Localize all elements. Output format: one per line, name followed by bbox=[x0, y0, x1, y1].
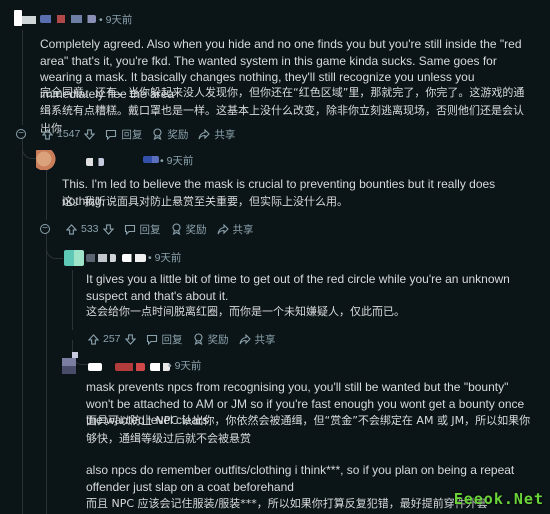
comment-time: • 9天前 bbox=[99, 14, 133, 26]
award-icon bbox=[171, 223, 181, 235]
award-label: 奖励 bbox=[207, 333, 229, 346]
award-label: 奖励 bbox=[185, 223, 207, 236]
thread-line-2b bbox=[46, 236, 47, 514]
avatar[interactable] bbox=[64, 250, 84, 266]
share-button[interactable]: 共享 bbox=[198, 127, 235, 142]
reply-icon bbox=[124, 224, 135, 235]
username-redacted-3 bbox=[150, 363, 170, 371]
collapse-icon[interactable]: − bbox=[16, 129, 26, 139]
comment-actions: − 533 回复 奖励 共享 bbox=[40, 221, 254, 237]
comment-time: • 9天前 bbox=[148, 252, 182, 264]
username-redacted-2 bbox=[143, 156, 159, 163]
username-redacted-2 bbox=[115, 363, 145, 371]
downvote-icon[interactable] bbox=[102, 223, 114, 235]
username-redacted[interactable] bbox=[40, 15, 96, 23]
reply-label: 回复 bbox=[139, 223, 161, 236]
vote-count: 257 bbox=[103, 333, 121, 345]
vote-count: 533 bbox=[81, 223, 99, 235]
avatar[interactable] bbox=[36, 150, 56, 170]
upvote-button[interactable]: 533 bbox=[66, 223, 114, 235]
upvote-button[interactable]: 257 bbox=[88, 333, 136, 345]
comment-actions: 257 回复 奖励 共享 bbox=[88, 331, 276, 347]
share-icon bbox=[238, 333, 251, 344]
username-redacted[interactable] bbox=[86, 158, 104, 166]
thread-line-2 bbox=[46, 170, 47, 220]
share-label: 共享 bbox=[214, 128, 236, 141]
username-redacted[interactable] bbox=[88, 363, 102, 371]
reply-button[interactable]: 回复 bbox=[146, 332, 183, 347]
comment-text-zh: 这。我听说面具对防止悬赏至关重要，但实际上没什么用。 bbox=[62, 195, 348, 208]
avatar-blur bbox=[22, 16, 36, 24]
comment-text-en: It gives you a little bit of time to get… bbox=[86, 272, 510, 303]
share-icon bbox=[216, 223, 229, 234]
share-icon bbox=[198, 128, 211, 139]
downvote-icon[interactable] bbox=[124, 333, 136, 345]
share-button[interactable]: 共享 bbox=[216, 222, 254, 237]
reply-icon bbox=[106, 129, 117, 140]
thread-line-1 bbox=[22, 30, 23, 125]
share-button[interactable]: 共享 bbox=[238, 332, 276, 347]
award-icon bbox=[193, 333, 203, 345]
award-button[interactable]: 奖励 bbox=[193, 332, 229, 347]
reply-button[interactable]: 回复 bbox=[105, 127, 142, 142]
watermark: Eeeok.Net bbox=[453, 490, 544, 508]
avatar-blur bbox=[72, 352, 78, 358]
upvote-icon bbox=[88, 333, 99, 345]
comment-time: • 9天前 bbox=[160, 155, 194, 167]
upvote-button[interactable]: 1547 bbox=[42, 128, 96, 140]
share-label: 共享 bbox=[254, 333, 276, 346]
share-label: 共享 bbox=[232, 223, 254, 236]
thread-line-3 bbox=[72, 270, 73, 330]
comment-text-zh-1: 面具可以防止 NPC 认出你，你依然会被通缉，但“赏金”不会绑定在 AM 或 J… bbox=[86, 414, 531, 445]
comment-text-zh: 这会给你一点时间脱离红圈，而你是一个未知嫌疑人，仅此而已。 bbox=[86, 305, 405, 318]
award-icon bbox=[153, 128, 162, 140]
vote-count: 1547 bbox=[57, 128, 81, 140]
upvote-icon bbox=[66, 223, 77, 235]
reply-button[interactable]: 回复 bbox=[124, 222, 161, 237]
thread-line-1b bbox=[22, 140, 23, 514]
downvote-icon[interactable] bbox=[84, 128, 96, 140]
reply-label: 回复 bbox=[161, 333, 183, 346]
collapse-icon[interactable]: − bbox=[40, 224, 50, 234]
award-button[interactable]: 奖励 bbox=[152, 127, 188, 142]
comment-actions: − 1547 回复 奖励 共享 bbox=[16, 126, 235, 142]
avatar[interactable] bbox=[14, 10, 22, 26]
comment-time: • 9天前 bbox=[168, 360, 202, 372]
reply-label: 回复 bbox=[121, 128, 143, 141]
username-redacted[interactable] bbox=[86, 254, 116, 262]
avatar[interactable] bbox=[62, 358, 76, 374]
username-redacted-2 bbox=[122, 254, 146, 262]
award-label: 奖励 bbox=[167, 128, 189, 141]
reply-icon bbox=[146, 334, 157, 345]
award-button[interactable]: 奖励 bbox=[171, 222, 207, 237]
upvote-icon bbox=[42, 128, 53, 140]
